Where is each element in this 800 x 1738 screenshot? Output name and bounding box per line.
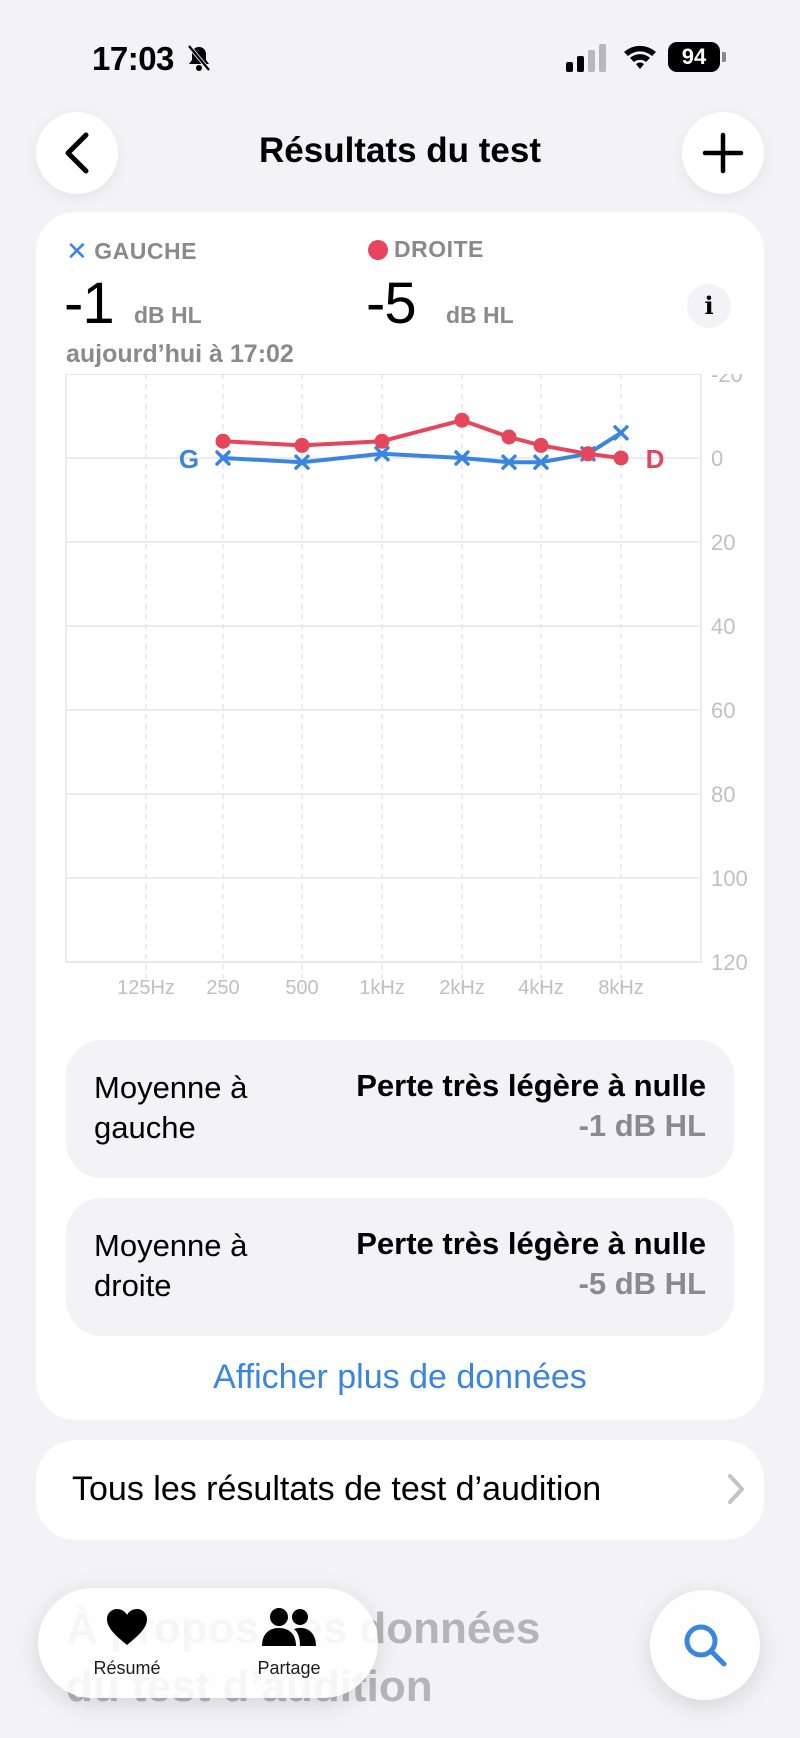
tab-summary[interactable]: Résumé <box>52 1604 202 1679</box>
tab-share-label: Partage <box>257 1658 321 1678</box>
avg-value: -1 dB HL <box>578 1108 706 1143</box>
x-tick-label: 1kHz <box>359 977 405 999</box>
page-title: Résultats du test <box>259 131 541 170</box>
tab-bar: Résumé Partage <box>38 1588 378 1698</box>
dot-marker-icon <box>368 239 388 260</box>
x-marker-icon: ✕ <box>66 236 89 266</box>
y-tick-label: -20 <box>711 374 743 387</box>
results-card: ✕ GAUCHE DROITE -1 dB HL -5 dB HL i aujo… <box>36 212 764 1420</box>
cellular-signal-icon <box>566 44 606 72</box>
chevron-right-icon <box>728 1474 744 1504</box>
people-icon <box>262 1608 316 1646</box>
search-icon <box>684 1624 727 1667</box>
tab-share[interactable]: Partage <box>214 1604 364 1679</box>
y-tick-label: 40 <box>711 614 735 639</box>
right-value: -5 <box>366 271 417 336</box>
data-point <box>580 446 596 462</box>
right-unit: dB HL <box>446 302 514 328</box>
all-results-label: Tous les résultats de test d’audition <box>72 1470 602 1508</box>
x-tick-label: 2kHz <box>439 977 485 999</box>
battery-level: 94 <box>668 42 720 72</box>
plot-area <box>65 374 702 963</box>
plus-icon <box>702 132 744 174</box>
series-line-D <box>222 418 622 460</box>
x-tick-label: 125Hz <box>117 977 175 999</box>
right-average-row: Moyenne à droite Perte très légère à nul… <box>66 1198 734 1336</box>
y-tick-label: 80 <box>711 782 735 807</box>
test-date: aujourd’hui à 17:02 <box>66 340 294 368</box>
avg-label: Moyenne à droite <box>94 1228 248 1303</box>
search-button[interactable] <box>650 1590 760 1700</box>
y-tick-label: 20 <box>711 530 735 555</box>
y-tick-label: 60 <box>711 698 735 723</box>
heart-icon <box>107 1609 147 1645</box>
avg-description: Perte très légère à nulle <box>356 1068 706 1103</box>
left-value: -1 <box>64 271 115 336</box>
series-label-G: G <box>179 444 199 474</box>
show-more-data-link[interactable]: Afficher plus de données <box>36 1358 764 1397</box>
series-label-D: D <box>646 444 665 474</box>
data-point <box>533 437 549 453</box>
all-results-row[interactable]: Tous les résultats de test d’audition <box>36 1440 764 1540</box>
battery-indicator: 94 <box>668 42 728 72</box>
status-bar: 17:03 94 <box>0 0 800 110</box>
y-tick-label: 0 <box>711 446 723 471</box>
wifi-icon <box>624 45 656 69</box>
x-tick-label: 8kHz <box>598 977 644 999</box>
data-point <box>454 412 470 428</box>
info-button[interactable]: i <box>687 284 731 328</box>
x-tick-label: 4kHz <box>518 977 564 999</box>
left-unit: dB HL <box>134 302 202 328</box>
data-point <box>215 433 231 449</box>
x-tick-label: 250 <box>206 977 239 999</box>
tab-summary-label: Résumé <box>93 1658 161 1678</box>
left-average-row: Moyenne à gauche Perte très légère à nul… <box>66 1040 734 1178</box>
status-time: 17:03 <box>92 40 174 77</box>
x-tick-label: 500 <box>285 977 318 999</box>
avg-description: Perte très légère à nulle <box>356 1226 706 1261</box>
bell-slash-icon <box>187 44 211 72</box>
data-point <box>294 437 310 453</box>
left-ear-label: ✕ GAUCHE <box>66 236 197 266</box>
avg-label: Moyenne à gauche <box>94 1070 248 1145</box>
data-point <box>374 433 390 449</box>
y-tick-label: 100 <box>711 866 748 891</box>
avg-value: -5 dB HL <box>578 1266 706 1301</box>
right-ear-label: DROITE <box>368 236 484 263</box>
y-tick-label: 120 <box>711 950 748 975</box>
data-point <box>613 450 629 466</box>
data-point <box>501 429 517 445</box>
add-button[interactable] <box>682 112 764 194</box>
